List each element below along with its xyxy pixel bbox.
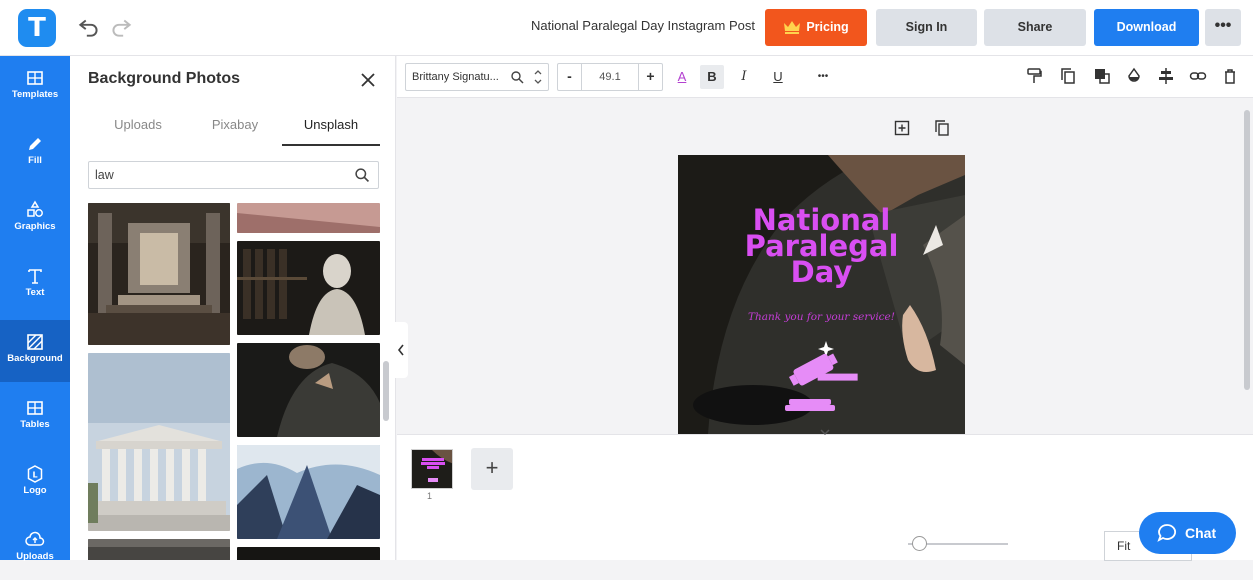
templates-icon <box>27 71 43 85</box>
add-page-icon[interactable] <box>894 120 910 136</box>
pages-strip: 1 + Fit <box>397 429 1253 561</box>
paint-format-icon[interactable] <box>1025 67 1043 85</box>
page-tools <box>894 120 954 140</box>
trash-icon[interactable] <box>1221 67 1239 85</box>
sign-in-button[interactable]: Sign In <box>876 9 977 46</box>
font-name: Brittany Signatu... <box>412 71 499 83</box>
photo-thumbnail[interactable] <box>237 241 380 335</box>
svg-text:L: L <box>32 471 37 480</box>
design-canvas[interactable]: National Paralegal Day Thank you for you… <box>678 155 965 434</box>
panel-scrollbar[interactable] <box>383 361 389 421</box>
rail-label: Text <box>25 287 45 298</box>
bold-button[interactable]: B <box>700 65 724 89</box>
rail-label: Tables <box>20 419 50 430</box>
rail-label: Fill <box>28 155 42 166</box>
more-menu-button[interactable]: ••• <box>1205 9 1241 46</box>
tab-uploads[interactable]: Uploads <box>88 106 188 146</box>
font-size-value[interactable]: 49.1 <box>582 64 638 90</box>
photo-grid <box>88 203 380 560</box>
chevron-left-icon <box>397 344 404 356</box>
tab-unsplash[interactable]: Unsplash <box>282 106 380 146</box>
tab-pixabay[interactable]: Pixabay <box>188 106 282 146</box>
search-icon[interactable] <box>510 70 524 84</box>
rail-item-tables[interactable]: Tables <box>0 386 70 448</box>
rail-item-templates[interactable]: Templates <box>0 56 70 118</box>
rail-label: Graphics <box>14 221 56 232</box>
duplicate-icon[interactable] <box>1059 67 1077 85</box>
photo-thumbnail[interactable] <box>88 203 230 345</box>
rail-label: Uploads <box>16 551 54 562</box>
photo-thumbnail[interactable] <box>88 353 230 531</box>
page-thumbnail[interactable] <box>411 449 453 489</box>
chat-bubble-icon <box>1157 524 1176 542</box>
add-page-button[interactable]: + <box>471 448 513 490</box>
rail-label: Templates <box>11 89 59 100</box>
rail-label: Background <box>7 353 63 364</box>
more-options-button[interactable]: ••• <box>811 65 835 89</box>
shapes-icon <box>27 200 43 217</box>
canvas-workspace: National Paralegal Day Thank you for you… <box>397 98 1253 434</box>
photo-thumbnail[interactable] <box>237 445 380 539</box>
close-icon[interactable] <box>358 70 378 90</box>
text-color-button[interactable]: A <box>670 65 694 89</box>
photo-thumbnail[interactable] <box>88 539 230 560</box>
document-title[interactable]: National Paralegal Day Instagram Post <box>470 18 755 33</box>
redo-icon[interactable] <box>108 14 134 40</box>
rail-item-logo[interactable]: L Logo <box>0 452 70 514</box>
font-size-control: - 49.1 + <box>557 63 663 91</box>
chevron-down-icon[interactable] <box>819 427 831 437</box>
source-tabs: Uploads Pixabay Unsplash <box>88 106 380 146</box>
opacity-icon[interactable] <box>1125 67 1143 85</box>
rail-item-graphics[interactable]: Graphics <box>0 188 70 250</box>
background-photos-panel: Background Photos Uploads Pixabay Unspla… <box>70 56 396 560</box>
collapse-panel-button[interactable] <box>394 322 408 378</box>
photo-thumbnail[interactable] <box>237 343 380 437</box>
rail-item-text[interactable]: Text <box>0 254 70 316</box>
copy-page-icon[interactable] <box>934 120 950 136</box>
link-icon[interactable] <box>1189 67 1207 85</box>
top-bar: T National Paralegal Day Instagram Post … <box>0 0 1253 56</box>
rail-item-uploads[interactable]: Uploads <box>0 518 70 580</box>
share-button[interactable]: Share <box>984 9 1086 46</box>
search-icon[interactable] <box>354 167 371 184</box>
chat-button[interactable]: Chat <box>1139 512 1236 554</box>
page-number: 1 <box>427 491 433 501</box>
chat-label: Chat <box>1185 525 1217 541</box>
workspace-scrollbar[interactable] <box>1244 110 1250 390</box>
undo-icon[interactable] <box>76 14 102 40</box>
panel-title: Background Photos <box>88 70 241 87</box>
table-icon <box>27 401 43 415</box>
underline-button[interactable]: U <box>766 65 790 89</box>
zoom-slider-handle[interactable] <box>912 536 927 551</box>
increase-size-button[interactable]: + <box>638 64 662 90</box>
gavel-icon[interactable] <box>783 341 883 413</box>
rail-item-background[interactable]: Background <box>0 320 70 382</box>
text-icon <box>28 269 42 284</box>
italic-button[interactable]: I <box>732 65 756 89</box>
pencil-icon <box>29 138 41 150</box>
cloud-upload-icon <box>25 531 45 546</box>
layer-order-icon[interactable] <box>1093 67 1111 85</box>
logo-badge-icon: L <box>27 465 43 483</box>
pricing-button[interactable]: Pricing <box>765 9 867 46</box>
rail-label: Logo <box>23 485 47 496</box>
crown-icon <box>784 21 801 34</box>
pricing-label: Pricing <box>806 20 849 34</box>
download-button[interactable]: Download <box>1094 9 1199 46</box>
photo-search <box>88 161 379 189</box>
tool-rail: Templates Fill Graphics Text Background … <box>0 56 70 562</box>
format-toolbar: Brittany Signatu... - 49.1 + A B I U ••• <box>397 56 1253 98</box>
decrease-size-button[interactable]: - <box>558 64 582 90</box>
background-icon <box>27 334 43 350</box>
design-script-text[interactable]: Thank you for your service! <box>678 311 965 323</box>
search-input[interactable] <box>95 165 345 185</box>
design-title-line[interactable]: Day <box>678 258 965 287</box>
app-logo[interactable]: T <box>18 9 56 47</box>
rail-item-fill[interactable]: Fill <box>0 122 70 184</box>
align-icon[interactable] <box>1157 67 1175 85</box>
photo-thumbnail[interactable] <box>237 203 380 233</box>
font-family-select[interactable]: Brittany Signatu... <box>405 63 549 91</box>
photo-thumbnail[interactable] <box>237 547 380 560</box>
stepper-icon[interactable] <box>531 66 545 88</box>
